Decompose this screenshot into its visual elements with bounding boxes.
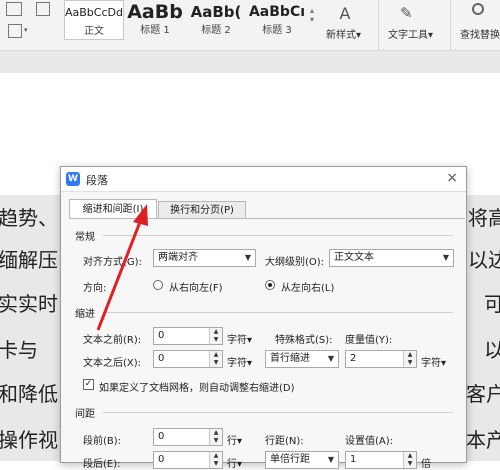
annotation-arrow bbox=[96, 204, 148, 331]
annotation-arrow-line bbox=[96, 221, 142, 331]
annotation-arrow-head bbox=[133, 204, 148, 226]
